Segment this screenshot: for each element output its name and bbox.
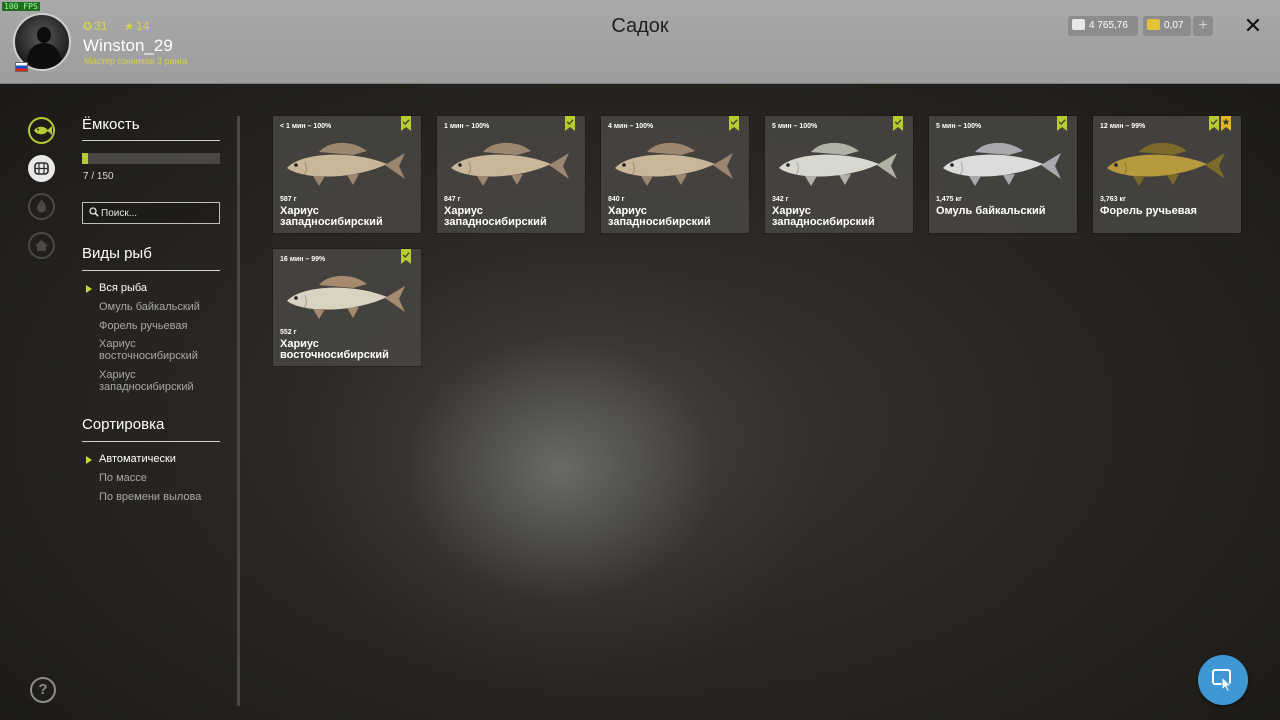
fish-catch-time: 5 мин – 100% xyxy=(936,123,982,130)
bookmark-check-icon[interactable] xyxy=(1057,116,1067,131)
fish-card[interactable]: < 1 мин – 100% 587 г Хариус западносибирск… xyxy=(273,116,421,233)
fish-name: Хариус западносибирский xyxy=(608,205,711,228)
fire-icon xyxy=(28,193,55,220)
help-icon[interactable]: ? xyxy=(30,677,56,703)
fish-icon[interactable] xyxy=(28,117,55,144)
cage-icon[interactable] xyxy=(28,155,55,182)
sorting-title: Сортировка xyxy=(82,416,165,433)
fish-weight: 847 г xyxy=(444,196,461,203)
fish-image xyxy=(939,138,1067,195)
fish-catch-time: 4 мин – 100% xyxy=(608,123,654,130)
top-bar: 100 FPS ✪ 31 ★ 14 Winston_29 Мастер гонник… xyxy=(0,0,1280,84)
sort-item-mass[interactable]: По массе xyxy=(99,472,229,484)
fish-catch-time: 5 мин – 100% xyxy=(772,123,818,130)
bookmark-check-icon[interactable] xyxy=(1209,116,1219,131)
fish-weight: 3,763 кг xyxy=(1100,196,1126,203)
fish-name: Омуль байкальский xyxy=(936,205,1046,217)
add-currency-button[interactable]: + xyxy=(1193,16,1213,36)
fish-image xyxy=(1103,138,1231,195)
cursor-icon xyxy=(1212,669,1233,692)
sort-item-auto[interactable]: Автоматически xyxy=(99,453,229,465)
species-item-trout[interactable]: Форель ручьевая xyxy=(99,320,229,332)
bookmark-star-icon[interactable] xyxy=(1221,116,1231,131)
species-underline xyxy=(82,270,220,271)
fish-name: Хариус западносибирский xyxy=(444,205,547,228)
fps-counter: 100 FPS xyxy=(2,2,40,11)
sort-item-time[interactable]: По времени вылова xyxy=(99,491,229,503)
fish-name: Хариус западносибирский xyxy=(772,205,875,228)
search-field[interactable] xyxy=(82,202,220,224)
fish-image xyxy=(283,138,411,195)
fish-catch-time: 16 мин – 99% xyxy=(280,256,326,263)
search-input[interactable] xyxy=(101,205,211,221)
species-item-grayling-east[interactable]: Хариус восточносибирский xyxy=(99,338,214,362)
gold-coins-icon xyxy=(1147,19,1160,30)
fish-card[interactable]: 1 мин – 100% 847 г Хариус западносибирский xyxy=(437,116,585,233)
fish-image xyxy=(283,271,411,328)
fish-card[interactable]: 5 мин – 100% 342 г Хариус западносибирский xyxy=(765,116,913,233)
silver-coins-icon xyxy=(1072,19,1085,30)
species-item-omul[interactable]: Омуль байкальский xyxy=(99,301,229,313)
gold-amount: 0,07 xyxy=(1164,20,1184,31)
fish-image xyxy=(775,138,903,195)
country-flag-icon xyxy=(15,62,28,72)
capacity-underline xyxy=(82,140,220,141)
rank-line: Мастер гонников 3 ранга xyxy=(84,56,188,66)
bookmark-check-icon[interactable] xyxy=(565,116,575,131)
fish-image xyxy=(611,138,739,195)
bookmark-check-icon[interactable] xyxy=(401,249,411,264)
fish-name: Хариус восточносибирский xyxy=(280,338,389,361)
fish-name: Форель ручьевая xyxy=(1100,205,1197,217)
search-icon xyxy=(89,207,99,217)
cursor-mode-button[interactable] xyxy=(1198,655,1248,705)
username: Winston_29 xyxy=(83,36,173,55)
capacity-bar xyxy=(82,153,220,164)
species-selected-triangle-icon xyxy=(86,285,92,293)
house-icon xyxy=(28,232,55,259)
silver-amount: 4 765,76 xyxy=(1089,20,1128,31)
species-title: Виды рыб xyxy=(82,245,152,262)
fish-card[interactable]: 16 мин – 99% 552 г Хариус восточносибирски… xyxy=(273,249,421,366)
panel-divider xyxy=(237,116,240,706)
fish-card[interactable]: 12 мин – 99% 3,763 кг Форель ручьевая xyxy=(1093,116,1241,233)
species-item-all[interactable]: Вся рыба xyxy=(99,282,229,294)
bookmark-check-icon[interactable] xyxy=(893,116,903,131)
fish-catch-time: 1 мин – 100% xyxy=(444,123,490,130)
fish-catch-time: 12 мин – 99% xyxy=(1100,123,1146,130)
fish-weight: 1,475 кг xyxy=(936,196,962,203)
sorting-underline xyxy=(82,441,220,442)
close-button[interactable]: ✕ xyxy=(1241,14,1265,38)
gold-balance: 0,07 xyxy=(1143,16,1191,36)
species-item-grayling-west[interactable]: Хариус западносибирский xyxy=(99,369,214,393)
fish-weight: 552 г xyxy=(280,329,297,336)
fish-weight: 840 г xyxy=(608,196,625,203)
silver-balance: 4 765,76 xyxy=(1068,16,1138,36)
fish-name: Хариус западносибирский xyxy=(280,205,383,228)
fish-card[interactable]: 4 мин – 100% 840 г Хариус западносибирский xyxy=(601,116,749,233)
fish-card[interactable]: 5 мин – 100% 1,475 кг Омуль байкальский xyxy=(929,116,1077,233)
capacity-bar-fill xyxy=(82,153,89,164)
fish-weight: 587 г xyxy=(280,196,297,203)
capacity-text: 7 / 150 xyxy=(83,171,114,182)
sorting-selected-triangle-icon xyxy=(86,456,92,464)
fish-image xyxy=(447,138,575,195)
capacity-title: Ёмкость xyxy=(82,116,140,133)
bookmark-check-icon[interactable] xyxy=(401,116,411,131)
fish-catch-time: < 1 мин – 100% xyxy=(280,123,332,130)
bookmark-check-icon[interactable] xyxy=(729,116,739,131)
fish-weight: 342 г xyxy=(772,196,789,203)
